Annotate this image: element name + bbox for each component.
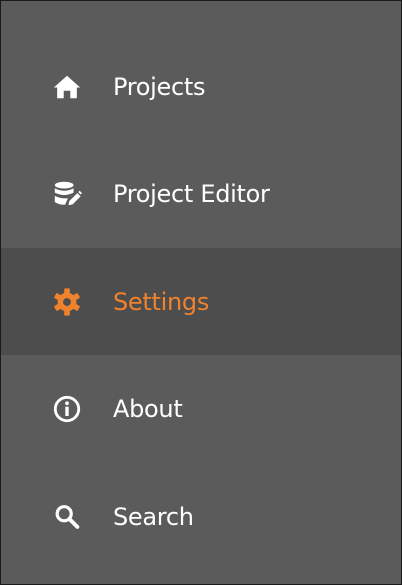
nav-item-label: About	[113, 394, 183, 423]
nav-item-label: Projects	[113, 72, 206, 101]
home-icon	[51, 71, 83, 103]
gear-icon	[51, 286, 83, 318]
nav-item-search[interactable]: Search	[1, 463, 401, 570]
nav-item-label: Project Editor	[113, 179, 270, 208]
info-icon	[51, 393, 83, 425]
nav-item-settings[interactable]: Settings	[1, 248, 401, 355]
nav-menu: Projects Project Editor Settings About S…	[1, 1, 401, 584]
nav-item-label: Settings	[113, 287, 210, 316]
search-icon	[51, 501, 83, 533]
nav-item-about[interactable]: About	[1, 355, 401, 462]
database-edit-icon	[51, 178, 83, 210]
navigation-panel: Projects Project Editor Settings About S…	[0, 0, 402, 585]
nav-item-label: Search	[113, 502, 194, 531]
nav-item-projects[interactable]: Projects	[1, 33, 401, 140]
nav-item-project-editor[interactable]: Project Editor	[1, 140, 401, 247]
